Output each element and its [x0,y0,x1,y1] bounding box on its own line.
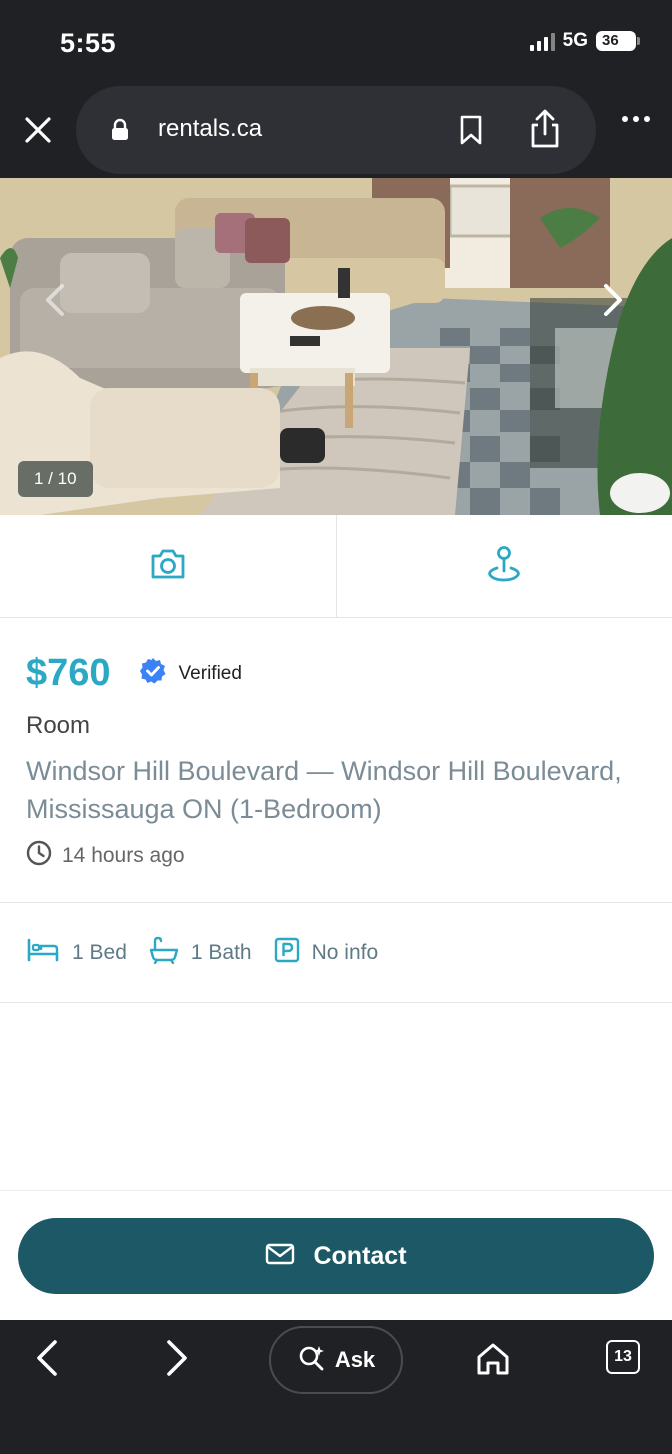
verified-label: Verified [178,662,242,684]
feature-baths: 1 Bath [149,936,252,969]
tabs-button[interactable]: 13 [606,1340,640,1374]
bed-icon [26,937,60,968]
map-button[interactable] [337,515,672,617]
divider [0,1190,672,1191]
home-icon[interactable] [474,1340,512,1383]
listing-photo[interactable]: 1 / 10 [0,178,672,515]
verified-badge: Verified [139,657,242,690]
feature-beds: 1 Bed [26,937,127,968]
contact-button[interactable]: Contact [18,1218,654,1294]
living-room-photo [0,178,672,515]
feature-baths-label: 1 Bath [190,940,252,964]
parking-icon [274,937,300,968]
price-row: $760 Verified [26,652,242,695]
verified-check-icon [139,657,167,690]
signal-icon [529,31,555,51]
ask-button[interactable]: Ask [269,1326,403,1394]
network-type: 5G [562,30,588,51]
address-bar[interactable]: rentals.ca [76,86,596,174]
price: $760 [26,652,111,694]
browser-bottom-toolbar: Ask 13 [0,1320,672,1454]
feature-parking-label: No info [311,940,379,964]
ask-label: Ask [334,1347,376,1372]
more-icon[interactable] [622,116,650,122]
browser-top-bar: 5:55 5G 36 rentals.ca [0,0,672,178]
chevron-left-icon[interactable] [34,278,78,322]
status-indicators: 5G 36 [529,30,640,52]
listing-type: Room [26,712,91,739]
forward-icon[interactable] [158,1338,194,1383]
url-text: rentals.ca [158,115,263,142]
chevron-right-icon[interactable] [590,278,634,322]
camera-icon [149,547,187,586]
posted-time-label: 14 hours ago [62,843,185,867]
clock-icon [26,840,52,871]
listing-details: $760 Verified Room Windsor Hill Boulevar… [0,618,672,903]
lock-icon [110,118,130,147]
map-pin-icon [485,544,523,589]
feature-parking: No info [274,937,379,968]
share-icon[interactable] [528,108,562,155]
feature-beds-label: 1 Bed [72,940,127,964]
media-action-bar [0,515,672,618]
mail-icon [265,1243,295,1270]
close-icon[interactable] [20,112,56,148]
status-time: 5:55 [60,28,117,58]
contact-label: Contact [313,1241,407,1270]
battery-icon: 36 [596,31,640,51]
listing-address: Windsor Hill Boulevard — Windsor Hill Bo… [26,756,622,824]
bookmark-icon[interactable] [458,114,484,151]
posted-time: 14 hours ago [26,840,185,871]
photos-button[interactable] [0,515,337,617]
back-icon[interactable] [30,1338,66,1383]
photo-counter: 1 / 10 [18,461,93,497]
bath-icon [149,936,179,969]
ai-search-icon [297,1343,327,1378]
battery-level: 36 [596,31,636,51]
features-row: 1 Bed 1 Bath No info [0,903,672,1003]
